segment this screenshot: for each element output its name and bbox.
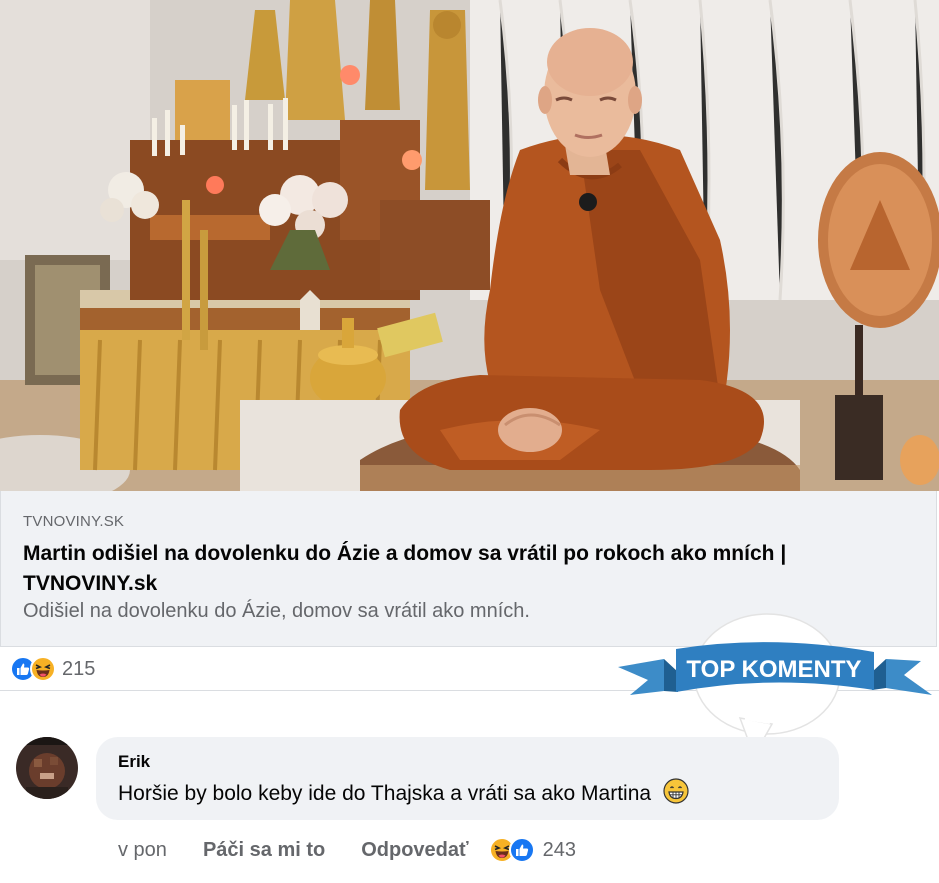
comment-text-line: Horšie by bolo keby ide do Thajska a vrá… xyxy=(118,778,689,806)
like-icon xyxy=(508,837,535,863)
comment-text: Horšie by bolo keby ide do Thajska a vrá… xyxy=(118,782,652,805)
article-photo[interactable] xyxy=(0,0,939,491)
reply-button[interactable]: Odpovedať xyxy=(361,839,468,862)
comment-bubble: Erik Horšie by bolo keby ide do Thajska … xyxy=(96,737,839,820)
comment-author[interactable]: Erik xyxy=(118,752,150,772)
like-button[interactable]: Páči sa mi to xyxy=(203,839,325,862)
haha-icon xyxy=(30,656,56,682)
comment-reaction-count[interactable]: 243 xyxy=(543,839,576,862)
commenter-avatar[interactable] xyxy=(16,737,78,799)
grinning-face-icon xyxy=(663,778,689,804)
monk-altar-illustration xyxy=(0,0,939,491)
badge-label: TOP KOMENTY xyxy=(686,656,861,683)
comment-actions: v pon Páči sa mi to Odpovedať 243 xyxy=(118,835,576,865)
reaction-count: 215 xyxy=(62,657,96,680)
comment-time[interactable]: v pon xyxy=(118,839,167,862)
top-comments-badge: TOP KOMENTY xyxy=(612,608,939,758)
post-reactions[interactable]: 215 xyxy=(10,655,95,683)
link-domain: TVNOVINY.SK xyxy=(23,513,125,530)
link-description: Odišiel na dovolenku do Ázie, domov sa v… xyxy=(23,600,530,622)
link-title[interactable]: Martin odišiel na dovolenku do Ázie a do… xyxy=(23,539,903,599)
